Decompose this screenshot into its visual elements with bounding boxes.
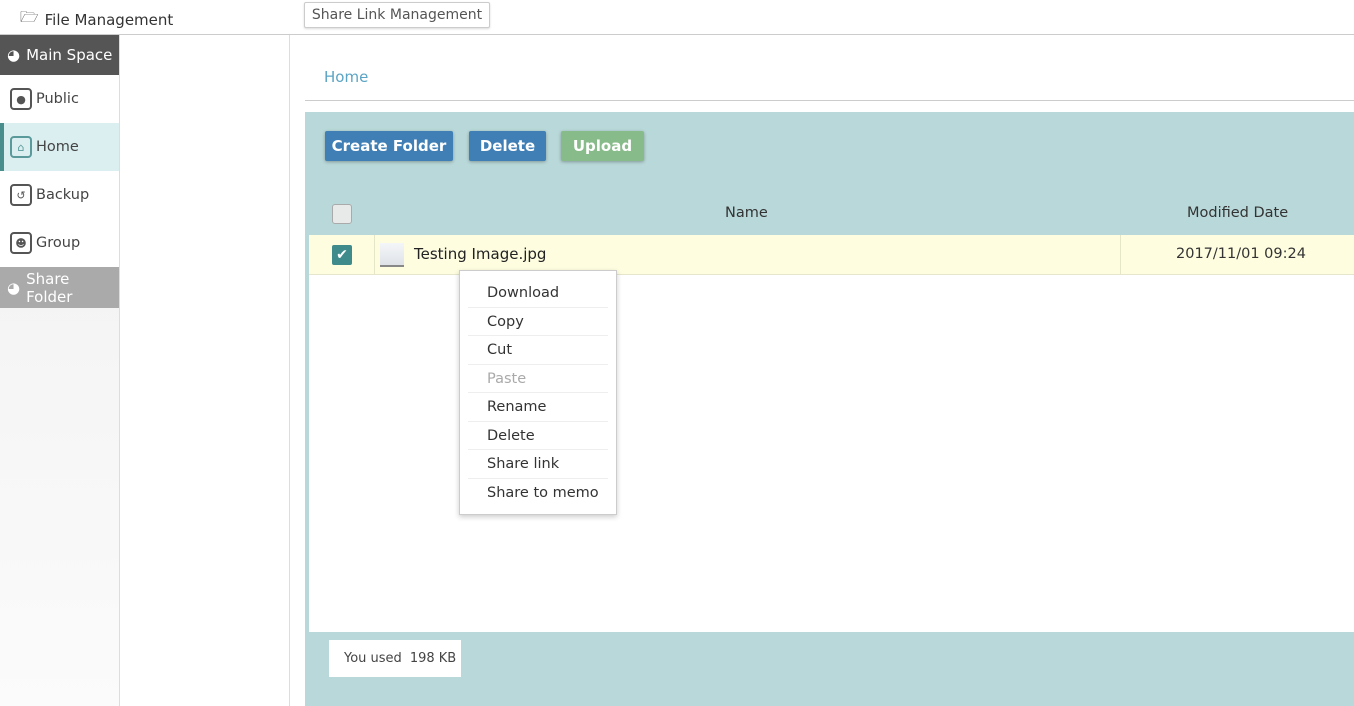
home-icon: ⌂	[10, 136, 32, 158]
menu-item-copy[interactable]: Copy	[468, 308, 608, 336]
sidebar: ◕ Main Space ● Public ⌂ Home ↺ Backup ☻ …	[0, 35, 120, 706]
sidebar-section-main-space[interactable]: ◕ Main Space	[0, 35, 119, 75]
select-all-checkbox[interactable]	[332, 204, 352, 224]
pie-chart-icon: ◕	[7, 46, 21, 64]
menu-item-share-link[interactable]: Share link	[468, 450, 608, 479]
cell-divider	[374, 235, 375, 275]
breadcrumb-divider	[305, 100, 1354, 101]
sidebar-item-group[interactable]: ☻ Group	[0, 219, 119, 267]
upload-button[interactable]: Upload	[561, 131, 644, 161]
group-icon: ☻	[10, 232, 32, 254]
table-header: Name Modified Date	[305, 192, 1354, 235]
top-bar: 🗁 File Management Share Link Management	[0, 0, 1354, 35]
menu-item-paste: Paste	[468, 365, 608, 393]
history-icon: ↺	[10, 184, 32, 206]
menu-item-share-to-memo[interactable]: Share to memo	[468, 479, 608, 508]
sidebar-section-share-folder[interactable]: ◕ Share Folder	[0, 267, 119, 308]
column-divider	[289, 35, 290, 706]
table-row[interactable]: ✔ Testing Image.jpg 2017/11/01 09:24	[309, 235, 1354, 275]
file-name[interactable]: Testing Image.jpg	[414, 245, 546, 263]
row-checkbox[interactable]: ✔	[332, 245, 352, 265]
menu-item-delete[interactable]: Delete	[468, 422, 608, 450]
folder-open-icon: 🗁	[20, 8, 39, 26]
menu-item-download[interactable]: Download	[468, 279, 608, 308]
delete-button[interactable]: Delete	[469, 131, 546, 161]
file-modified-date: 2017/11/01 09:24	[1176, 246, 1306, 262]
share-link-management-button[interactable]: Share Link Management	[304, 2, 490, 28]
globe-icon: ●	[10, 88, 32, 110]
storage-usage: You used 198 KB	[329, 640, 461, 677]
column-header-modified-date[interactable]: Modified Date	[1187, 205, 1288, 221]
image-thumbnail-icon	[380, 243, 404, 267]
cell-divider	[1120, 235, 1121, 275]
context-menu: Download Copy Cut Paste Rename Delete Sh…	[459, 270, 617, 515]
menu-item-rename[interactable]: Rename	[468, 393, 608, 422]
pie-chart-icon: ◕	[7, 278, 21, 297]
column-header-name[interactable]: Name	[725, 205, 768, 221]
sidebar-item-public[interactable]: ● Public	[0, 75, 119, 123]
app-title: 🗁 File Management	[20, 7, 173, 32]
breadcrumb-home[interactable]: Home	[324, 68, 368, 86]
create-folder-button[interactable]: Create Folder	[325, 131, 453, 161]
menu-item-cut[interactable]: Cut	[468, 336, 608, 365]
sidebar-item-backup[interactable]: ↺ Backup	[0, 171, 119, 219]
sidebar-item-home[interactable]: ⌂ Home	[0, 123, 119, 171]
